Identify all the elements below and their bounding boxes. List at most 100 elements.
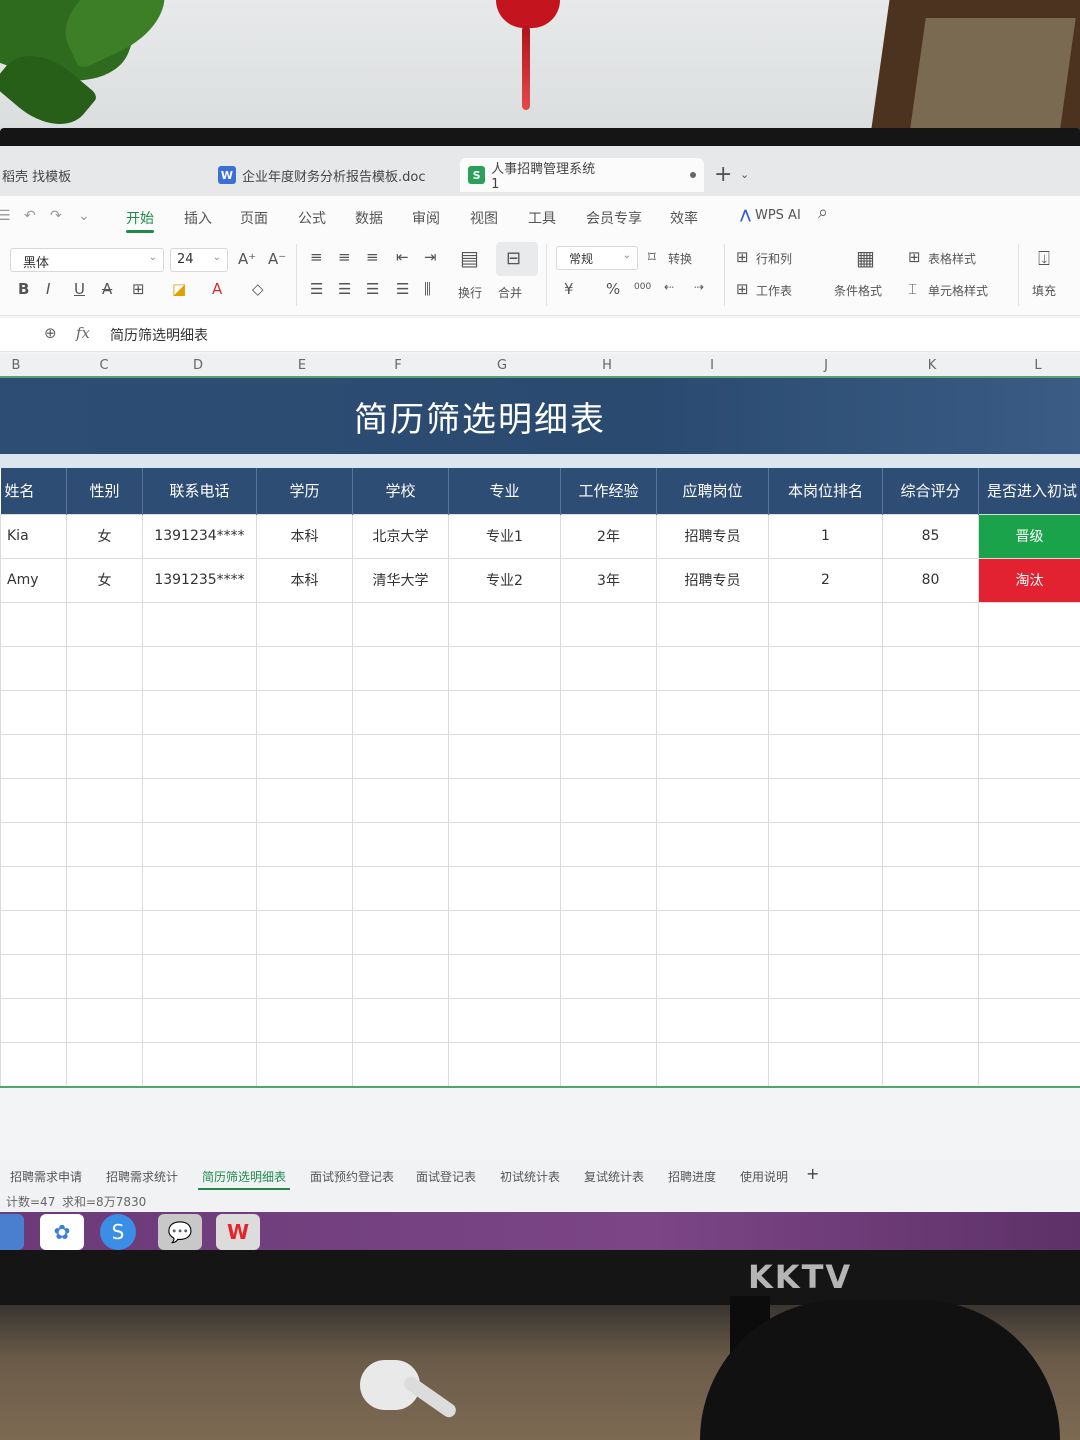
tab-template-store[interactable]: 稻壳 找模板 <box>0 158 79 192</box>
empty-cell[interactable] <box>66 865 143 911</box>
empty-cell[interactable] <box>352 689 449 735</box>
wechat-icon[interactable]: 💬 <box>158 1214 202 1250</box>
empty-cell[interactable] <box>560 777 657 823</box>
header-position[interactable]: 应聘岗位 <box>656 468 769 514</box>
empty-cell[interactable] <box>978 821 1080 867</box>
sogou-icon[interactable]: S <box>100 1214 136 1250</box>
empty-cell[interactable] <box>66 645 143 691</box>
empty-cell[interactable] <box>768 997 883 1043</box>
empty-cell[interactable] <box>352 645 449 691</box>
header-school[interactable]: 学校 <box>352 468 449 514</box>
empty-cell[interactable] <box>66 689 143 735</box>
menu-tab-home[interactable]: 开始 <box>126 208 154 228</box>
cell-experience[interactable]: 2年 <box>560 513 657 559</box>
undo-icon[interactable]: ↶ <box>24 208 36 224</box>
empty-cell[interactable] <box>978 1041 1080 1087</box>
empty-cell[interactable] <box>656 821 769 867</box>
empty-cell[interactable] <box>768 733 883 779</box>
sheet-tab-recruit-stats[interactable]: 招聘需求统计 <box>106 1168 178 1185</box>
empty-cell[interactable] <box>978 733 1080 779</box>
empty-cell[interactable] <box>448 1041 561 1087</box>
empty-cell[interactable] <box>882 645 979 691</box>
new-tab-chevron-down-icon[interactable]: ⌄ <box>740 168 749 181</box>
empty-cell[interactable] <box>0 997 67 1043</box>
italic-button[interactable]: I <box>46 280 50 298</box>
sheet-tab-interview-booking[interactable]: 面试预约登记表 <box>310 1168 394 1185</box>
empty-cell[interactable] <box>978 909 1080 955</box>
cell-status-fail[interactable]: 淘汰 <box>978 557 1080 603</box>
empty-cell[interactable] <box>560 821 657 867</box>
cell-phone[interactable]: 1391234**** <box>142 513 257 559</box>
column-header[interactable]: I <box>710 358 714 373</box>
header-name[interactable]: 姓名 <box>0 468 67 514</box>
empty-cell[interactable] <box>66 1041 143 1087</box>
cell-rank[interactable]: 2 <box>768 557 883 603</box>
fill-color-icon[interactable]: ◪ <box>172 280 186 298</box>
empty-cell[interactable] <box>768 909 883 955</box>
empty-cell[interactable] <box>560 645 657 691</box>
header-major[interactable]: 专业 <box>448 468 561 514</box>
empty-cell[interactable] <box>656 1041 769 1087</box>
align-right-icon[interactable]: ☰ <box>366 280 379 298</box>
empty-cell[interactable] <box>66 997 143 1043</box>
distribute-icon[interactable]: ⫼ <box>424 280 431 298</box>
sheet-title-band[interactable]: 简历筛选明细表 <box>0 378 1080 454</box>
empty-cell[interactable] <box>560 909 657 955</box>
empty-cell[interactable] <box>768 777 883 823</box>
empty-cell[interactable] <box>66 777 143 823</box>
function-icon[interactable]: fx <box>76 324 90 342</box>
search-icon[interactable]: ⌕ <box>818 202 828 223</box>
menu-tab-formula[interactable]: 公式 <box>298 208 326 228</box>
header-phone[interactable]: 联系电话 <box>142 468 257 514</box>
fill-label[interactable]: 填充 <box>1032 282 1056 299</box>
empty-cell[interactable] <box>352 1041 449 1087</box>
empty-cell[interactable] <box>352 601 449 647</box>
empty-cell[interactable] <box>882 1041 979 1087</box>
cell-score[interactable]: 85 <box>882 513 979 559</box>
empty-cell[interactable] <box>142 821 257 867</box>
empty-cell[interactable] <box>448 777 561 823</box>
empty-cell[interactable] <box>882 865 979 911</box>
column-header[interactable]: E <box>298 358 306 373</box>
increase-font-icon[interactable]: A⁺ <box>238 250 256 268</box>
menu-tab-data[interactable]: 数据 <box>355 208 383 228</box>
worksheet-icon[interactable]: ⊞ <box>736 280 749 298</box>
app-icon[interactable] <box>0 1214 24 1250</box>
empty-cell[interactable] <box>882 821 979 867</box>
menu-tab-insert[interactable]: 插入 <box>184 208 212 228</box>
empty-cell[interactable] <box>352 777 449 823</box>
empty-cell[interactable] <box>560 953 657 999</box>
empty-cell[interactable] <box>142 909 257 955</box>
empty-cell[interactable] <box>142 953 257 999</box>
empty-cell[interactable] <box>560 733 657 779</box>
column-header[interactable]: D <box>193 358 203 373</box>
convert-label[interactable]: 转换 <box>668 250 692 267</box>
empty-cell[interactable] <box>256 689 353 735</box>
empty-cell[interactable] <box>560 689 657 735</box>
conditional-format-icon[interactable]: ▦ <box>856 246 875 270</box>
empty-cell[interactable] <box>352 953 449 999</box>
column-header[interactable]: J <box>824 358 828 373</box>
align-middle-icon[interactable]: ≡ <box>338 248 351 266</box>
empty-cell[interactable] <box>656 601 769 647</box>
sheet-tab-instructions[interactable]: 使用说明 <box>740 1168 788 1185</box>
cell-phone[interactable]: 1391235**** <box>142 557 257 603</box>
empty-cell[interactable] <box>882 601 979 647</box>
empty-cell[interactable] <box>0 777 67 823</box>
empty-cell[interactable] <box>142 1041 257 1087</box>
empty-cell[interactable] <box>978 953 1080 999</box>
column-header[interactable]: L <box>1034 358 1041 373</box>
column-header[interactable]: C <box>99 358 108 373</box>
empty-cell[interactable] <box>448 601 561 647</box>
file-menu-icon[interactable]: ☰ <box>0 208 11 224</box>
align-top-icon[interactable]: ≡ <box>310 248 323 266</box>
empty-cell[interactable] <box>256 821 353 867</box>
cell-status-pass[interactable]: 晋级 <box>978 513 1080 559</box>
empty-cell[interactable] <box>0 909 67 955</box>
empty-cell[interactable] <box>352 865 449 911</box>
empty-cell[interactable] <box>978 689 1080 735</box>
column-header[interactable]: K <box>928 358 937 373</box>
tab-recruitment-system[interactable]: S 人事招聘管理系统1 <box>460 158 704 192</box>
conditional-format-label[interactable]: 条件格式 <box>834 282 882 299</box>
empty-cell[interactable] <box>978 601 1080 647</box>
